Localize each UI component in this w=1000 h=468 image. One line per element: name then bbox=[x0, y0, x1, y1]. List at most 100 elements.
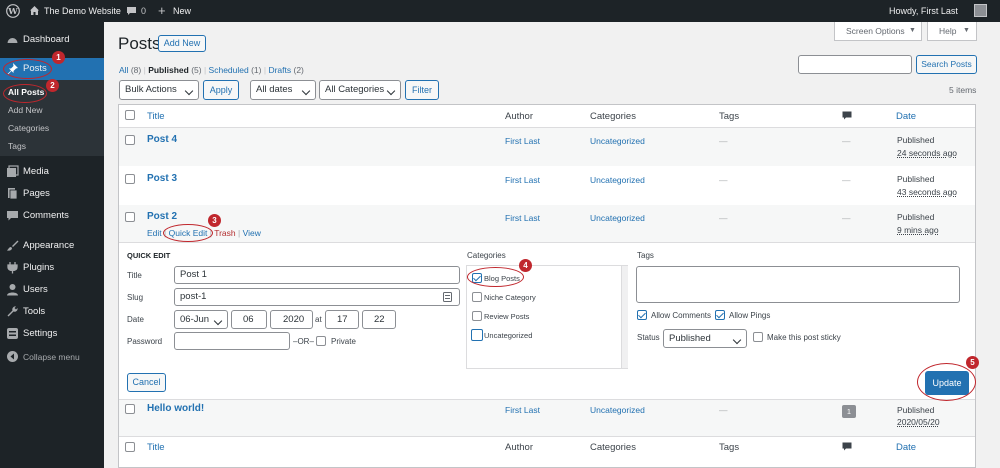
comment-bubble-icon[interactable] bbox=[126, 6, 137, 16]
caret-down-icon: ▼ bbox=[963, 27, 970, 34]
edit-link[interactable]: Edit bbox=[147, 228, 162, 238]
post-title-link[interactable]: Post 3 bbox=[147, 173, 177, 184]
sidebar-item-media[interactable]: Media bbox=[0, 161, 104, 183]
submenu-add-new[interactable]: Add New bbox=[8, 102, 43, 118]
year-input[interactable]: 2020 bbox=[270, 310, 313, 329]
column-date-footer[interactable]: Date bbox=[896, 442, 916, 453]
select-all-checkbox-footer[interactable] bbox=[125, 442, 135, 452]
submenu-categories[interactable]: Categories bbox=[8, 120, 49, 136]
sidebar-item-appearance[interactable]: Appearance bbox=[0, 235, 104, 257]
hour-input[interactable]: 17 bbox=[325, 310, 359, 329]
category-checkbox-uncategorized[interactable] bbox=[471, 329, 483, 341]
post-status: Published bbox=[897, 212, 935, 222]
comments-count[interactable]: 0 bbox=[141, 0, 146, 22]
post-category-link[interactable]: Uncategorized bbox=[590, 405, 645, 415]
plus-icon[interactable]: + bbox=[158, 0, 166, 22]
view-drafts-count: (2) bbox=[293, 65, 304, 75]
column-date-header[interactable]: Date bbox=[896, 111, 916, 122]
annotation-ring-update bbox=[917, 363, 976, 401]
filter-button[interactable]: Filter bbox=[405, 80, 439, 100]
allow-comments-checkbox[interactable] bbox=[637, 310, 647, 320]
post-author-link[interactable]: First Last bbox=[505, 213, 540, 223]
search-input[interactable] bbox=[798, 55, 912, 74]
sticky-checkbox[interactable] bbox=[753, 332, 763, 342]
slug-input[interactable]: post-1 bbox=[174, 288, 460, 306]
view-published-link[interactable]: Published bbox=[148, 65, 189, 75]
row-checkbox[interactable] bbox=[125, 135, 135, 145]
slug-value: post-1 bbox=[180, 291, 207, 302]
add-new-button[interactable]: Add New bbox=[158, 35, 206, 52]
page-title: Posts bbox=[118, 34, 161, 53]
trash-link[interactable]: Trash bbox=[214, 228, 235, 238]
row-checkbox[interactable] bbox=[125, 174, 135, 184]
post-title-link[interactable]: Post 2 bbox=[147, 211, 177, 222]
sidebar-item-users[interactable]: Users bbox=[0, 279, 104, 301]
row-checkbox[interactable] bbox=[125, 404, 135, 414]
column-title-footer[interactable]: Title bbox=[147, 442, 165, 453]
post-author-link[interactable]: First Last bbox=[505, 175, 540, 185]
category-checkbox-review[interactable] bbox=[472, 311, 482, 321]
sidebar-item-dashboard[interactable]: Dashboard bbox=[0, 29, 104, 51]
help-button[interactable]: Help ▼ bbox=[927, 22, 977, 41]
post-status: Published bbox=[897, 174, 935, 184]
column-categories-footer: Categories bbox=[590, 442, 636, 453]
post-date: 9 mins ago bbox=[897, 225, 939, 235]
category-label: Uncategorized bbox=[484, 331, 533, 340]
collapse-menu-button[interactable]: Collapse menu bbox=[0, 346, 104, 368]
sidebar-item-pages[interactable]: Pages bbox=[0, 183, 104, 205]
comment-count-bubble[interactable]: 1 bbox=[842, 405, 856, 418]
category-scrollbar[interactable] bbox=[621, 266, 628, 368]
apply-button[interactable]: Apply bbox=[203, 80, 239, 100]
view-link[interactable]: View bbox=[243, 228, 261, 238]
post-comments: — bbox=[842, 213, 851, 223]
post-category-link[interactable]: Uncategorized bbox=[590, 175, 645, 185]
view-all-link[interactable]: All bbox=[119, 65, 128, 75]
sidebar-item-settings[interactable]: Settings bbox=[0, 323, 104, 345]
dates-filter-select[interactable]: All dates bbox=[250, 80, 316, 100]
column-title-header[interactable]: Title bbox=[147, 111, 165, 122]
month-select[interactable]: 06-Jun bbox=[174, 310, 228, 329]
status-label: Status bbox=[637, 333, 660, 342]
row-checkbox[interactable] bbox=[125, 212, 135, 222]
post-title-link[interactable]: Post 4 bbox=[147, 134, 177, 145]
view-scheduled-link[interactable]: Scheduled bbox=[209, 65, 249, 75]
allow-pings-checkbox[interactable] bbox=[715, 310, 725, 320]
sidebar-item-plugins[interactable]: Plugins bbox=[0, 257, 104, 279]
sidebar-item-tools[interactable]: Tools bbox=[0, 301, 104, 323]
post-title-link[interactable]: Hello world! bbox=[147, 403, 204, 414]
sidebar-item-comments[interactable]: Comments bbox=[0, 205, 104, 227]
post-category-link[interactable]: Uncategorized bbox=[590, 136, 645, 146]
post-author-link[interactable]: First Last bbox=[505, 136, 540, 146]
tags-textarea[interactable] bbox=[636, 266, 960, 303]
status-select[interactable]: Published bbox=[663, 329, 747, 348]
search-posts-button[interactable]: Search Posts bbox=[916, 55, 977, 74]
view-drafts-link[interactable]: Drafts bbox=[268, 65, 291, 75]
cancel-button[interactable]: Cancel bbox=[127, 373, 166, 392]
avatar[interactable] bbox=[974, 4, 987, 17]
categories-label: Categories bbox=[467, 251, 506, 260]
bulk-actions-select[interactable]: Bulk Actions bbox=[119, 80, 199, 100]
post-date: 2020/05/20 bbox=[897, 417, 940, 427]
private-checkbox[interactable] bbox=[316, 336, 326, 346]
categories-filter-select[interactable]: All Categories bbox=[319, 80, 401, 100]
day-input[interactable]: 06 bbox=[231, 310, 267, 329]
minute-input[interactable]: 22 bbox=[362, 310, 396, 329]
submenu-tags[interactable]: Tags bbox=[8, 138, 26, 154]
select-all-checkbox[interactable] bbox=[125, 110, 135, 120]
comments-column-icon[interactable] bbox=[842, 442, 852, 452]
post-category-link[interactable]: Uncategorized bbox=[590, 213, 645, 223]
post-author-link[interactable]: First Last bbox=[505, 405, 540, 415]
at-label: at bbox=[315, 315, 322, 324]
views-separator: | bbox=[203, 65, 207, 75]
title-input[interactable]: Post 1 bbox=[174, 266, 460, 284]
site-name-link[interactable]: The Demo Website bbox=[44, 0, 121, 22]
password-input[interactable] bbox=[174, 332, 290, 350]
comments-column-icon[interactable] bbox=[842, 111, 852, 121]
screen-options-button[interactable]: Screen Options ▼ bbox=[834, 22, 922, 41]
howdy-user-link[interactable]: Howdy, First Last bbox=[889, 0, 958, 22]
or-label: –OR– bbox=[293, 337, 314, 346]
category-checkbox-niche[interactable] bbox=[472, 292, 482, 302]
annotation-ring-posts bbox=[3, 59, 52, 79]
wordpress-logo-icon[interactable]: W bbox=[6, 4, 20, 18]
new-content-link[interactable]: New bbox=[173, 0, 191, 22]
